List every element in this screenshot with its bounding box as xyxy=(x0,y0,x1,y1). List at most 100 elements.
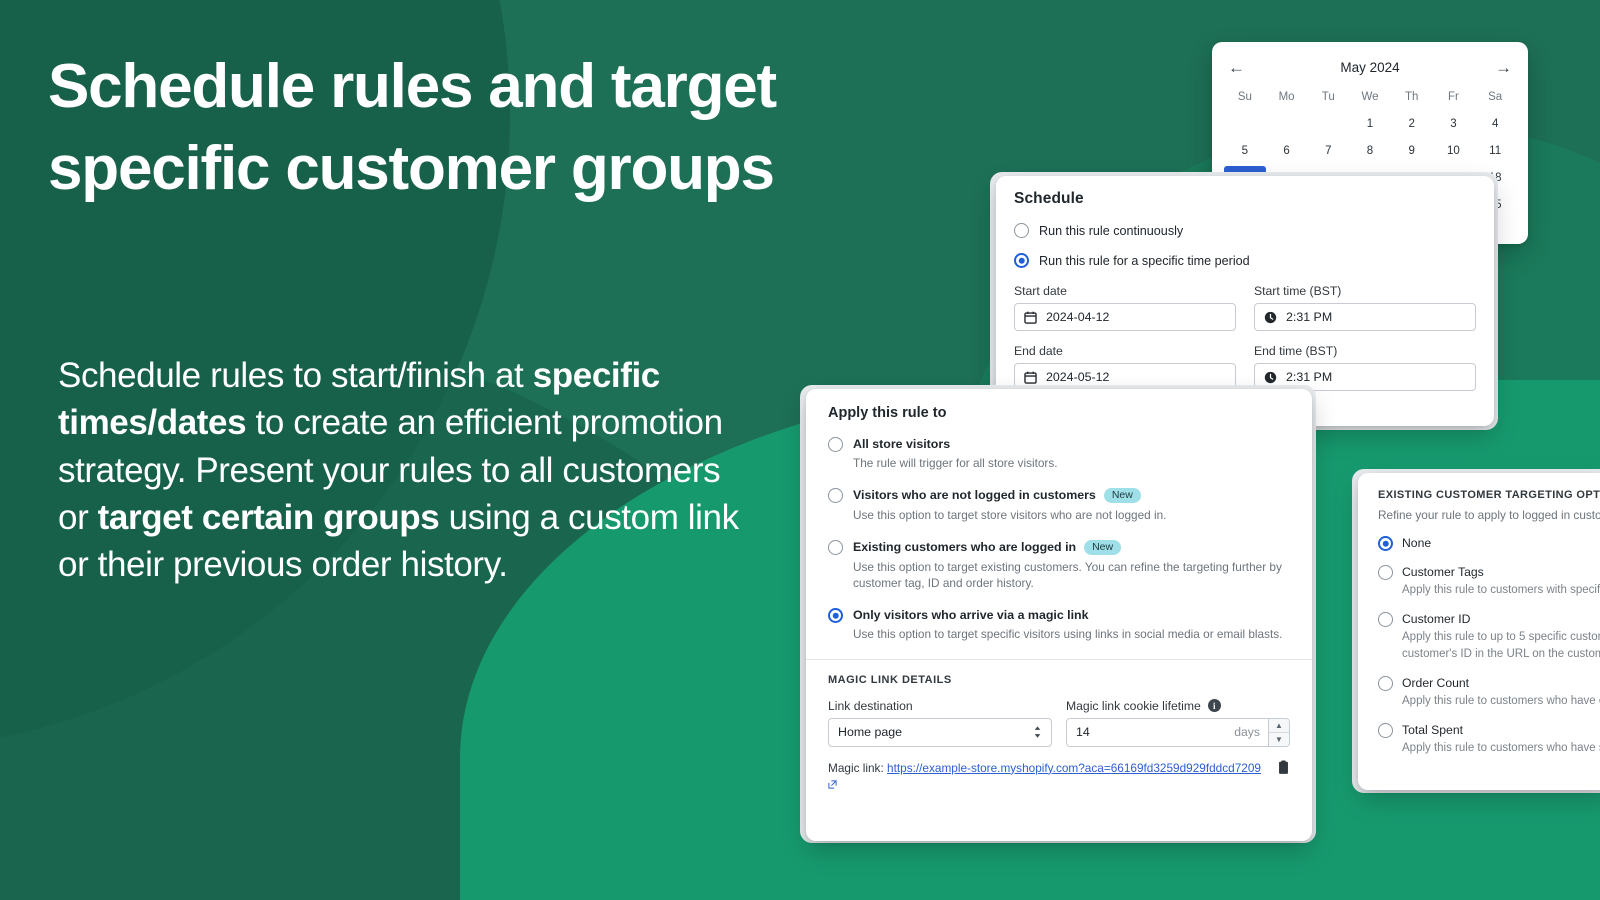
radio-icon[interactable] xyxy=(828,487,843,503)
calendar-day[interactable]: 8 xyxy=(1349,139,1391,164)
apply-rule-option-head: Only visitors who arrive via a magic lin… xyxy=(853,608,1282,622)
end-date-value: 2024-05-12 xyxy=(1046,370,1110,384)
calendar-weekday: Th xyxy=(1404,91,1419,103)
apply-rule-option-head: Visitors who are not logged in customers… xyxy=(853,487,1166,503)
schedule-option-continuous[interactable]: Run this rule continuously xyxy=(1014,223,1476,238)
magic-link-section-title: MAGIC LINK DETAILS xyxy=(828,673,952,686)
calendar-day[interactable]: 9 xyxy=(1391,139,1433,164)
stepper-increment-icon[interactable]: ▲ xyxy=(1269,718,1289,733)
cookie-lifetime-unit: days xyxy=(1234,725,1260,740)
apply-rule-option[interactable]: All store visitors The rule will trigger … xyxy=(828,437,1290,472)
calendar-next-month-icon[interactable]: → xyxy=(1495,59,1512,76)
apply-rule-option-description: Use this option to target existing custo… xyxy=(853,559,1282,591)
apply-rule-option[interactable]: Existing customers who are logged in New U… xyxy=(828,539,1290,593)
calendar-weekday: We xyxy=(1361,91,1379,103)
radio-icon[interactable] xyxy=(1378,565,1393,580)
calendar-day[interactable]: 7 xyxy=(1307,139,1349,164)
targeting-option[interactable]: Customer ID Apply this rule to up to 5 sp… xyxy=(1378,612,1600,662)
targeting-option-body: Customer Tags Apply this rule to customer… xyxy=(1402,565,1600,598)
calendar-blank-cell xyxy=(1307,112,1349,137)
radio-icon[interactable] xyxy=(828,437,843,452)
targeting-option-list[interactable]: None Customer Tags Apply this rule to cust… xyxy=(1378,536,1600,757)
calendar-weekday: Su xyxy=(1237,91,1252,103)
magic-link-prefix: Magic link: xyxy=(828,760,888,775)
info-icon[interactable]: i xyxy=(1207,699,1221,713)
radio-icon[interactable] xyxy=(828,539,843,555)
start-date-input[interactable]: 2024-04-12 xyxy=(1014,303,1236,331)
calendar-day[interactable]: 10 xyxy=(1433,139,1475,164)
magic-link-text: Magic link: https://example-store.myshop… xyxy=(828,760,1267,795)
radio-icon-selected[interactable] xyxy=(1014,253,1029,268)
cookie-lifetime-group: Magic link cookie lifetime i 14 days ▲ ▼ xyxy=(1066,699,1290,747)
targeting-option-label: None xyxy=(1402,536,1432,550)
link-destination-select[interactable]: Home page xyxy=(828,717,1052,747)
link-destination-label-text: Link destination xyxy=(828,698,913,713)
targeting-option-body: Total Spent Apply this rule to customers … xyxy=(1402,723,1600,756)
targeting-option-description: Apply this rule to customers with specif… xyxy=(1402,584,1600,596)
schedule-option-specific-period[interactable]: Run this rule for a specific time period xyxy=(1014,253,1476,268)
radio-icon[interactable] xyxy=(1378,612,1393,628)
calendar-day[interactable]: 1 xyxy=(1349,112,1391,137)
apply-rule-option[interactable]: Only visitors who arrive via a magic lin… xyxy=(828,608,1290,643)
start-date-label: Start date xyxy=(1014,284,1067,298)
targeting-option-description: Apply this rule to up to 5 specific cust… xyxy=(1402,631,1600,660)
apply-rule-option[interactable]: Visitors who are not logged in customers… xyxy=(828,487,1290,524)
cookie-lifetime-stepper[interactable]: 14 days ▲ ▼ xyxy=(1066,717,1290,747)
apply-rule-option-body: Existing customers who are logged in New U… xyxy=(853,539,1290,593)
targeting-option[interactable]: Customer Tags Apply this rule to customer… xyxy=(1378,565,1600,598)
calendar-day[interactable]: 11 xyxy=(1474,139,1516,164)
targeting-option[interactable]: Total Spent Apply this rule to customers … xyxy=(1378,723,1600,756)
radio-icon[interactable] xyxy=(1014,223,1029,238)
link-destination-label: Link destination xyxy=(828,699,1052,713)
stepper-buttons[interactable]: ▲ ▼ xyxy=(1268,718,1289,746)
radio-icon[interactable] xyxy=(1378,675,1393,691)
calendar-day[interactable]: 6 xyxy=(1266,139,1308,164)
existing-customer-targeting-panel: EXISTING CUSTOMER TARGETING OPTIONS Refi… xyxy=(1358,473,1600,790)
magic-link-row: Magic link: https://example-store.myshop… xyxy=(806,760,1312,795)
apply-rule-option-description: Use this option to target specific visit… xyxy=(853,627,1283,641)
calendar-weekday: Mo xyxy=(1278,91,1295,103)
targeting-option-label: Customer ID xyxy=(1402,612,1471,627)
chevron-updown-icon xyxy=(1033,725,1042,739)
calendar-day[interactable]: 5 xyxy=(1224,139,1266,164)
end-date-group: End date 2024-05-12 xyxy=(1014,344,1236,391)
targeting-option[interactable]: None xyxy=(1378,536,1600,551)
calendar-weekday: Sa xyxy=(1488,91,1503,103)
targeting-subtitle: Refine your rule to apply to logged in c… xyxy=(1378,508,1600,522)
magic-link-url[interactable]: https://example-store.myshopify.com?aca=… xyxy=(887,761,1261,775)
calendar-blank-cell xyxy=(1266,112,1308,137)
targeting-option[interactable]: Order Count Apply this rule to customers … xyxy=(1378,675,1600,709)
calendar-day[interactable]: 4 xyxy=(1474,112,1516,137)
end-time-value: 2:31 PM xyxy=(1286,370,1333,384)
cookie-lifetime-value[interactable]: 14 xyxy=(1067,725,1234,739)
targeting-option-description: Apply this rule to customers who have sp… xyxy=(1402,742,1600,755)
copy-icon[interactable] xyxy=(1277,760,1290,775)
targeting-option-description: Apply this rule to customers who have or… xyxy=(1402,694,1600,707)
calendar-day[interactable]: 3 xyxy=(1433,112,1475,137)
apply-rule-option-list[interactable]: All store visitors The rule will trigger … xyxy=(828,437,1290,643)
calendar-prev-month-icon[interactable]: ← xyxy=(1228,59,1245,76)
calendar-day[interactable]: 2 xyxy=(1391,112,1433,137)
apply-rule-option-body: Visitors who are not logged in customers… xyxy=(853,487,1166,524)
promo-banner: Schedule rules and target specific custo… xyxy=(0,0,1600,900)
targeting-section-title: EXISTING CUSTOMER TARGETING OPTIONS xyxy=(1378,489,1600,501)
end-time-label: End time (BST) xyxy=(1254,344,1338,358)
link-destination-group: Link destination Home page xyxy=(828,699,1052,747)
radio-icon-selected[interactable] xyxy=(828,608,843,623)
external-link-icon[interactable] xyxy=(828,780,837,792)
calendar-weekday: Tu xyxy=(1321,91,1335,103)
radio-icon-selected[interactable] xyxy=(1378,536,1393,551)
end-date-label: End date xyxy=(1014,344,1063,358)
apply-rule-option-body: Only visitors who arrive via a magic lin… xyxy=(853,608,1282,643)
start-date-value: 2024-04-12 xyxy=(1046,310,1110,324)
targeting-option-body: Order Count Apply this rule to customers … xyxy=(1402,676,1600,709)
start-time-value: 2:31 PM xyxy=(1286,310,1333,324)
start-time-input[interactable]: 2:31 PM xyxy=(1254,303,1476,331)
cookie-lifetime-label: Magic link cookie lifetime i xyxy=(1066,699,1290,713)
schedule-option-label: Run this rule continuously xyxy=(1039,223,1184,238)
start-time-label: Start time (BST) xyxy=(1254,284,1342,298)
stepper-decrement-icon[interactable]: ▼ xyxy=(1269,732,1289,746)
radio-icon[interactable] xyxy=(1378,723,1393,739)
